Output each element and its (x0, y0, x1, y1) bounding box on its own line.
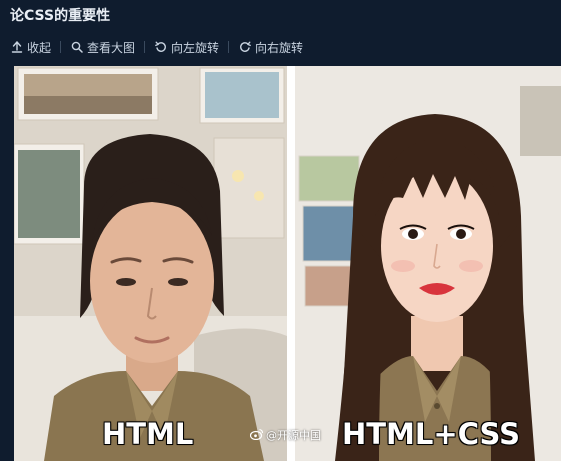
portrait-styled-illustration (295, 66, 561, 461)
rotate-right-label: 向右旋转 (255, 40, 304, 55)
view-large-label: 查看大图 (87, 40, 136, 55)
collapse-button[interactable]: 收起 (10, 39, 51, 56)
view-large-button[interactable]: 查看大图 (70, 39, 135, 56)
watermark: @开源中国 (249, 427, 321, 443)
image-panel-html (14, 66, 287, 461)
rotate-right-button[interactable]: 向右旋转 (238, 39, 303, 56)
post-title: 论CSS的重要性 (10, 8, 111, 24)
watermark-text: @开源中国 (266, 429, 321, 442)
post-image[interactable]: HTML HTML+CSS @开源中国 (14, 66, 561, 461)
rotate-right-icon (238, 41, 251, 54)
portrait-plain-illustration (14, 66, 287, 461)
caption-html: HTML (101, 416, 194, 451)
panel-divider (287, 66, 295, 461)
toolbar-divider (60, 41, 62, 53)
toolbar-divider (228, 41, 230, 53)
weibo-icon (249, 428, 264, 443)
collapse-label: 收起 (27, 40, 52, 55)
image-toolbar: 收起 查看大图 向左旋转 向右旋转 (0, 34, 561, 60)
rotate-left-button[interactable]: 向左旋转 (154, 39, 219, 56)
caption-html-css: HTML+CSS (341, 416, 520, 451)
rotate-left-label: 向左旋转 (171, 40, 220, 55)
toolbar-divider (144, 41, 146, 53)
weibo-post: 论CSS的重要性 收起 查看大图 向左旋转 向右旋转 HTML HTML+CSS… (0, 0, 561, 461)
magnifier-icon (70, 41, 83, 54)
rotate-left-icon (154, 41, 167, 54)
image-panel-html-css (295, 66, 561, 461)
collapse-arrow-icon (10, 41, 23, 54)
